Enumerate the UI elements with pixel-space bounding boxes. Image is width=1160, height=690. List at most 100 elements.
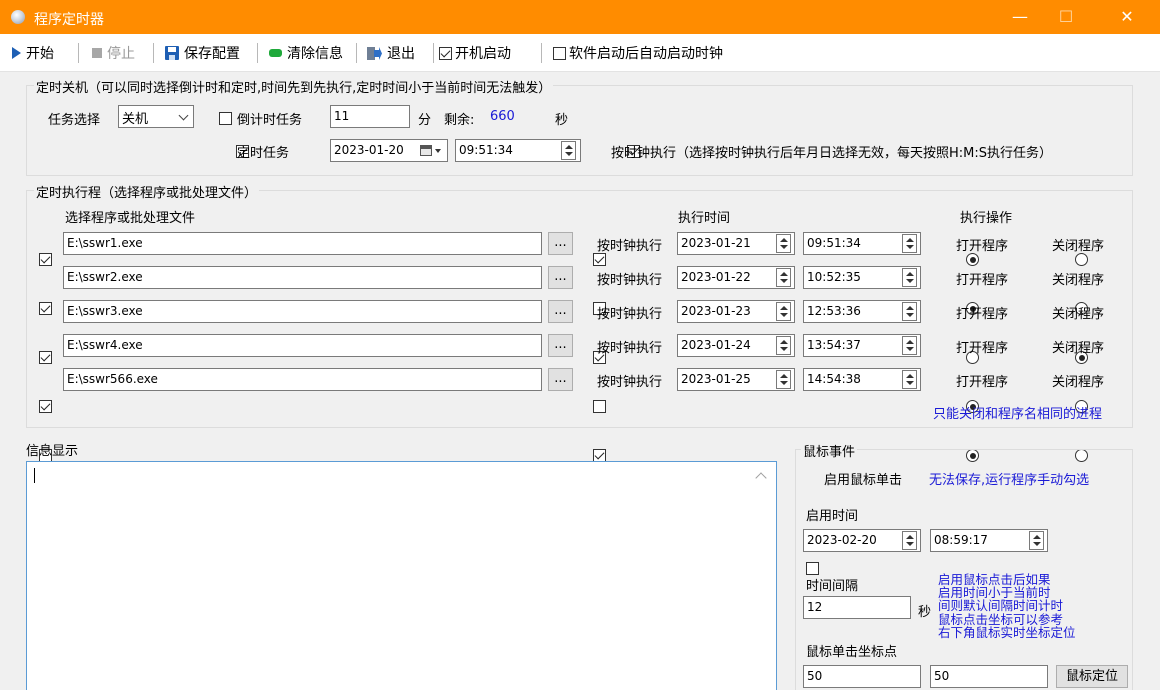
minimize-button[interactable]: — bbox=[997, 0, 1043, 34]
interval-input[interactable]: 12 bbox=[803, 596, 911, 619]
row-time-spinner[interactable] bbox=[902, 302, 917, 321]
play-icon bbox=[12, 47, 21, 59]
open-program-label: 打开程序 bbox=[956, 307, 1009, 322]
click-x-input[interactable]: 50 bbox=[803, 665, 921, 688]
close-program-label: 关闭程序 bbox=[1052, 273, 1105, 288]
row-date-value: 2023-01-25 bbox=[681, 372, 751, 386]
countdown-checkbox[interactable] bbox=[219, 112, 232, 125]
stop-icon bbox=[92, 48, 102, 58]
toolbar-separator bbox=[257, 43, 258, 63]
close-program-radio[interactable] bbox=[1075, 253, 1088, 266]
row-enable-checkbox[interactable] bbox=[39, 253, 52, 266]
mouse-time-value: 08:59:17 bbox=[934, 533, 988, 547]
close-button[interactable]: ✕ bbox=[1104, 0, 1150, 34]
autostart-checkbox[interactable] bbox=[439, 46, 452, 60]
row-date-spinner[interactable] bbox=[776, 370, 791, 389]
clear-info-label: 清除信息 bbox=[287, 46, 343, 62]
shutdown-date-value: 2023-01-20 bbox=[334, 143, 404, 157]
mouse-event-group-title: 鼠标事件 bbox=[801, 441, 858, 460]
start-button[interactable]: 开始 bbox=[12, 44, 54, 62]
programs-group-title: 定时执行程（选择程序或批处理文件） bbox=[34, 182, 260, 201]
program-path-value: E:\sswr3.exe bbox=[67, 304, 143, 318]
text-caret bbox=[34, 468, 35, 483]
stop-label: 停止 bbox=[107, 46, 135, 62]
auto-clock-toggle[interactable]: 软件启动后自动启动时钟 bbox=[553, 44, 723, 62]
action-column-header: 执行操作 bbox=[960, 211, 1013, 226]
shutdown-time-value: 09:51:34 bbox=[459, 143, 513, 157]
mouse-save-note: 无法保存,运行程序手动勾选 bbox=[929, 473, 1090, 488]
mouse-locate-button[interactable]: 鼠标定位 bbox=[1056, 665, 1128, 688]
row-enable-checkbox[interactable] bbox=[39, 351, 52, 364]
seconds-unit: 秒 bbox=[555, 113, 569, 128]
enable-mouse-click-label: 启用鼠标单击 bbox=[824, 473, 903, 488]
row-clock-label: 按时钟执行 bbox=[597, 341, 663, 356]
row-date-spinner[interactable] bbox=[776, 302, 791, 321]
click-coords-label: 鼠标单击坐标点 bbox=[806, 645, 898, 660]
shutdown-group-title: 定时关机（可以同时选择倒计时和定时,时间先到先执行,定时时间小于当前时间无法触发… bbox=[34, 77, 554, 96]
mouse-start-time-label: 启用时间 bbox=[806, 509, 859, 524]
open-program-label: 打开程序 bbox=[956, 239, 1009, 254]
auto-clock-checkbox[interactable] bbox=[553, 46, 566, 60]
info-display-title: 信息显示 bbox=[26, 444, 79, 459]
task-select[interactable]: 关机 bbox=[118, 105, 194, 128]
minutes-unit: 分 bbox=[418, 113, 432, 128]
program-path-input[interactable]: E:\sswr566.exe bbox=[63, 368, 542, 391]
exit-button[interactable]: 退出 bbox=[367, 44, 415, 62]
enable-mouse-click-checkbox[interactable] bbox=[806, 562, 819, 575]
maximize-button[interactable]: ☐ bbox=[1043, 0, 1089, 34]
calendar-icon[interactable] bbox=[420, 145, 432, 156]
chevron-down-icon bbox=[178, 110, 189, 121]
open-program-radio[interactable] bbox=[966, 253, 979, 266]
info-display-textarea[interactable] bbox=[26, 461, 777, 690]
autostart-toggle[interactable]: 开机启动 bbox=[439, 44, 511, 62]
mouse-date-spinner[interactable] bbox=[902, 531, 917, 550]
row-clock-label: 按时钟执行 bbox=[597, 307, 663, 322]
program-path-value: E:\sswr4.exe bbox=[67, 338, 143, 352]
autostart-label: 开机启动 bbox=[455, 46, 511, 62]
browse-button[interactable]: ... bbox=[548, 300, 573, 323]
row-date-spinner[interactable] bbox=[776, 336, 791, 355]
row-time-value: 10:52:35 bbox=[807, 270, 861, 284]
browse-button[interactable]: ... bbox=[548, 266, 573, 289]
row-clock-label: 按时钟执行 bbox=[597, 273, 663, 288]
row-time-value: 09:51:34 bbox=[807, 236, 861, 250]
row-time-spinner[interactable] bbox=[902, 370, 917, 389]
browse-button[interactable]: ... bbox=[548, 368, 573, 391]
mouse-time-spinner[interactable] bbox=[1029, 531, 1044, 550]
click-y-input[interactable]: 50 bbox=[930, 665, 1048, 688]
dropdown-arrow-icon[interactable] bbox=[435, 149, 441, 153]
browse-button[interactable]: ... bbox=[548, 232, 573, 255]
countdown-minutes-input[interactable]: 11 bbox=[330, 105, 410, 128]
row-date-spinner[interactable] bbox=[776, 234, 791, 253]
remaining-label: 剩余: bbox=[444, 113, 475, 128]
time-column-header: 执行时间 bbox=[678, 211, 731, 226]
mouse-help-note: 启用鼠标点击后如果 启用时间小于当前时 间则默认间隔时间计时 鼠标点击坐标可以参… bbox=[938, 573, 1128, 639]
row-time-spinner[interactable] bbox=[902, 268, 917, 287]
save-config-button[interactable]: 保存配置 bbox=[165, 44, 240, 62]
browse-button[interactable]: ... bbox=[548, 334, 573, 357]
row-time-value: 13:54:37 bbox=[807, 338, 861, 352]
auto-clock-label: 软件启动后自动启动时钟 bbox=[569, 46, 723, 62]
row-time-spinner[interactable] bbox=[902, 234, 917, 253]
mouse-help-line: 鼠标点击坐标可以参考 bbox=[938, 611, 1064, 627]
row-time-value: 14:54:38 bbox=[807, 372, 861, 386]
program-path-input[interactable]: E:\sswr1.exe bbox=[63, 232, 542, 255]
program-path-input[interactable]: E:\sswr3.exe bbox=[63, 300, 542, 323]
row-time-spinner[interactable] bbox=[902, 336, 917, 355]
time-spinner[interactable] bbox=[561, 141, 576, 160]
clear-info-button[interactable]: 清除信息 bbox=[269, 44, 343, 62]
row-clock-checkbox[interactable] bbox=[593, 400, 606, 413]
title-bar: 程序定时器 — ☐ ✕ bbox=[0, 0, 1160, 34]
row-enable-checkbox[interactable] bbox=[39, 302, 52, 315]
mouse-help-line: 间则默认间隔时间计时 bbox=[938, 598, 1064, 614]
row-clock-checkbox[interactable] bbox=[593, 253, 606, 266]
row-enable-checkbox[interactable] bbox=[39, 400, 52, 413]
row-date-value: 2023-01-23 bbox=[681, 304, 751, 318]
stop-button[interactable]: 停止 bbox=[92, 44, 135, 62]
close-program-label: 关闭程序 bbox=[1052, 375, 1105, 390]
toolbar-separator bbox=[541, 43, 542, 63]
open-program-label: 打开程序 bbox=[956, 273, 1009, 288]
program-path-input[interactable]: E:\sswr4.exe bbox=[63, 334, 542, 357]
program-path-input[interactable]: E:\sswr2.exe bbox=[63, 266, 542, 289]
row-date-spinner[interactable] bbox=[776, 268, 791, 287]
